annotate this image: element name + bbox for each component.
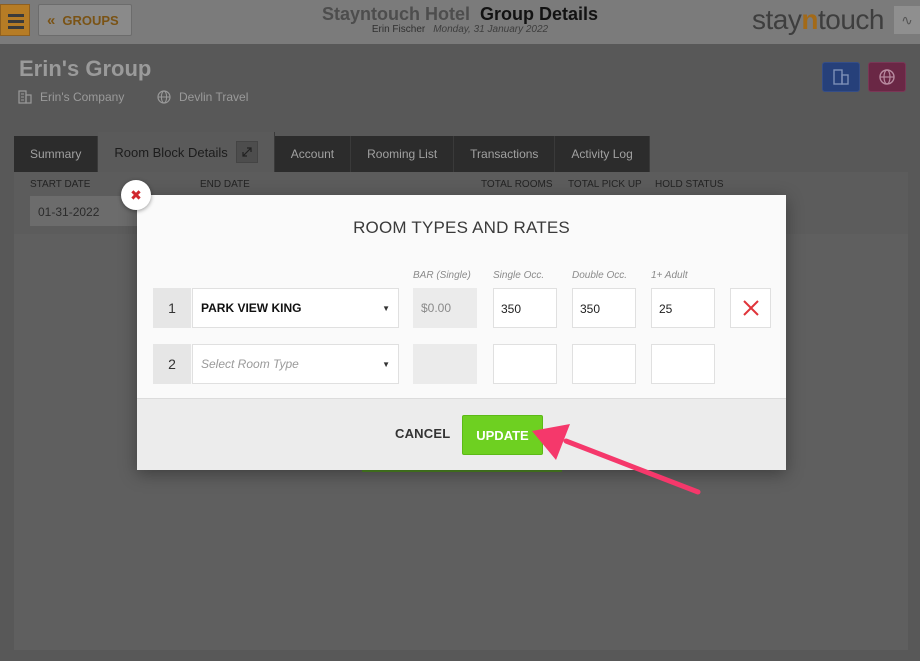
single-occ-input[interactable]: 350 [493, 288, 557, 328]
tab-rooming-list[interactable]: Rooming List [351, 136, 455, 172]
business-date: Monday, 31 January 2022 [433, 24, 549, 35]
company-info: Erin's Company [18, 90, 124, 104]
tab-activity-log[interactable]: Activity Log [555, 136, 650, 172]
extra-adult-input[interactable]: 25 [651, 288, 715, 328]
tab-summary[interactable]: Summary [14, 136, 99, 172]
total-pickup-label: TOTAL PICK UP [568, 179, 642, 190]
room-type-select[interactable]: Select Room Type ▼ [192, 344, 399, 384]
bar-rate-field [413, 344, 477, 384]
single-occ-column-header: Single Occ. [493, 270, 545, 281]
dropdown-caret-icon: ▼ [382, 359, 390, 369]
activity-wave-icon[interactable]: ∿ [894, 6, 920, 34]
total-rooms-label: TOTAL ROOMS [481, 179, 553, 190]
travel-agent-name: Devlin Travel [179, 90, 249, 104]
end-date-label: END DATE [200, 179, 250, 190]
tab-transactions[interactable]: Transactions [454, 136, 556, 172]
travel-agent-card-button[interactable] [868, 62, 906, 92]
globe-icon [879, 69, 895, 85]
double-occ-column-header: Double Occ. [572, 270, 628, 281]
building-icon [833, 69, 849, 85]
hold-status-label: HOLD STATUS [655, 179, 724, 190]
double-occ-input[interactable] [572, 344, 636, 384]
modal-footer: CANCEL UPDATE [137, 398, 786, 470]
row-number: 1 [153, 288, 191, 328]
bar-rate-field: $0.00 [413, 288, 477, 328]
room-types-modal: ROOM TYPES AND RATES BAR (Single) Single… [137, 195, 786, 470]
group-name: Erin's Group [19, 56, 152, 81]
page-title: Group Details [479, 4, 599, 24]
remove-row-button[interactable] [730, 288, 771, 328]
single-occ-input[interactable] [493, 344, 557, 384]
company-name: Erin's Company [40, 90, 125, 104]
globe-icon [157, 90, 171, 104]
close-icon [742, 300, 759, 316]
bar-column-header: BAR (Single) [413, 270, 471, 281]
top-bar: « GROUPS Stayntouch Hotel Group Details E… [0, 0, 920, 44]
update-button[interactable]: UPDATE [462, 415, 543, 455]
stayntouch-logo: stayntouch [752, 4, 884, 35]
room-type-select[interactable]: PARK VIEW KING ▼ [192, 288, 399, 328]
tab-room-block-details[interactable]: Room Block Details [98, 132, 275, 172]
company-card-button[interactable] [822, 62, 860, 92]
close-modal-button[interactable]: ✖ [121, 180, 151, 210]
start-date-label: START DATE [30, 179, 91, 190]
extra-adult-column-header: 1+ Adult [651, 270, 688, 281]
hotel-name: Stayntouch Hotel [321, 4, 470, 24]
cancel-button[interactable]: CANCEL [395, 426, 450, 441]
dropdown-caret-icon: ▼ [382, 303, 390, 313]
user-name: Erin Fischer [371, 24, 426, 35]
double-occ-input[interactable]: 350 [572, 288, 636, 328]
group-tabs: Summary Room Block Details Account Roomi… [14, 132, 650, 172]
travel-agent-info: Devlin Travel [157, 90, 248, 104]
row-number: 2 [153, 344, 191, 384]
extra-adult-input[interactable] [651, 344, 715, 384]
expand-icon[interactable] [235, 141, 258, 163]
tab-account[interactable]: Account [274, 136, 352, 172]
modal-title: ROOM TYPES AND RATES [353, 218, 570, 237]
building-icon [18, 90, 32, 104]
